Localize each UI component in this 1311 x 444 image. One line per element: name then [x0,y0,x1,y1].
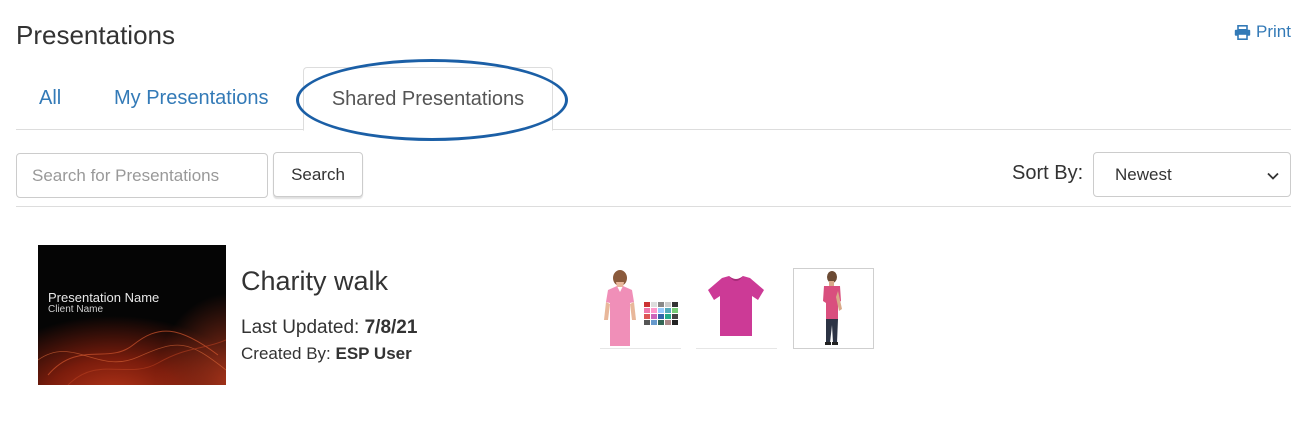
sort-select[interactable]: Newest [1093,152,1291,197]
last-updated-label: Last Updated: [241,317,365,338]
divider [16,206,1291,207]
magenta-tshirt-icon [708,276,764,336]
thumbnail-presentation-name: Presentation Name [48,290,160,305]
sort-by-label: Sort By: [1012,162,1084,184]
print-link[interactable]: Print [1234,22,1291,42]
presentation-title[interactable]: Charity walk [241,266,388,297]
sort-selected-value: Newest [1115,164,1172,184]
created-by-value: ESP User [335,344,412,363]
tab-all[interactable]: All [39,67,61,130]
color-swatches [644,302,678,325]
last-updated-value: 7/8/21 [364,317,418,338]
chevron-down-icon [1266,168,1280,188]
created-by-label: Created By: [241,344,336,363]
product-thumbnail[interactable] [600,268,681,349]
print-label: Print [1256,22,1291,41]
last-updated: Last Updated: 7/8/21 [241,317,417,339]
presentation-tabs: All My Presentations Shared Presentation… [16,67,1291,131]
tab-my-presentations[interactable]: My Presentations [114,67,269,130]
created-by: Created By: ESP User [241,344,412,364]
thumbnail-smoke-lines [38,330,226,385]
presentation-thumbnail[interactable]: Presentation Name Client Name [38,245,226,385]
man-in-pink-tshirt-icon [823,271,842,345]
product-thumbnail[interactable] [793,268,874,349]
search-input[interactable] [16,153,268,198]
tab-shared-presentations[interactable]: Shared Presentations [303,67,553,131]
product-thumbnail[interactable] [696,268,777,349]
pink-vneck-tshirt-icon [604,270,678,346]
thumbnail-client-name: Client Name [48,304,104,315]
printer-icon [1234,24,1251,40]
page-title: Presentations [16,20,175,50]
search-button[interactable]: Search [273,152,363,197]
